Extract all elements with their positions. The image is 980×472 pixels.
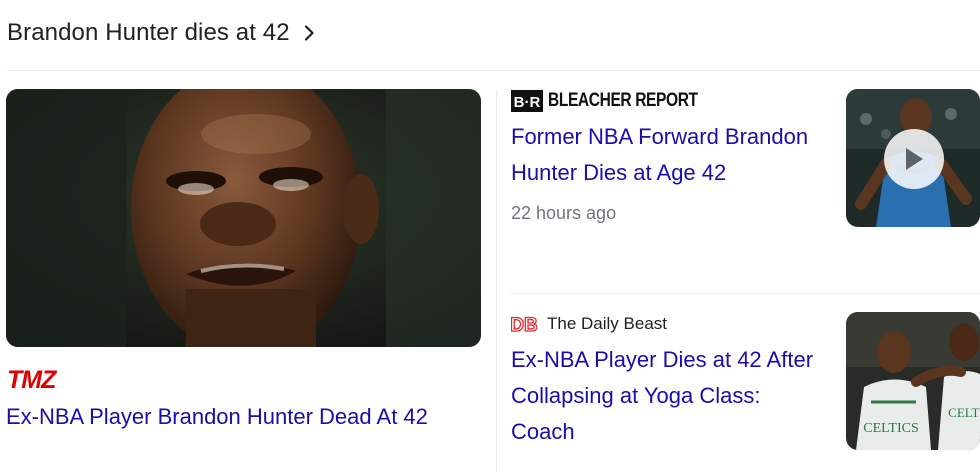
main-article-thumbnail[interactable] (6, 89, 481, 347)
svg-text:CELTI: CELTI (948, 405, 980, 420)
top-divider (7, 70, 980, 71)
daily-beast-logo: DB (511, 311, 537, 337)
chevron-right-icon (304, 25, 314, 41)
play-button[interactable] (884, 129, 944, 189)
column-divider (496, 90, 497, 472)
main-article-card[interactable]: TMZ Ex-NBA Player Brandon Hunter Dead At… (6, 89, 481, 429)
side-article-title[interactable]: Former NBA Forward Brandon Hunter Dies a… (511, 119, 821, 191)
thumbnail-image: CELTICS CELTI (846, 312, 980, 450)
svg-text:CELTICS: CELTICS (863, 421, 919, 436)
side-article-bleacher[interactable]: B·R BLEACHER REPORT Former NBA Forward B… (511, 89, 980, 227)
bleacher-report-logo: B·R (511, 90, 543, 112)
main-article-title[interactable]: Ex-NBA Player Brandon Hunter Dead At 42 (6, 404, 486, 430)
source-name: The Daily Beast (547, 314, 667, 333)
side-article-title[interactable]: Ex-NBA Player Dies at 42 After Collapsin… (511, 342, 821, 450)
side-article-daily-beast[interactable]: DB The Daily Beast Ex-NBA Player Dies at… (511, 311, 980, 450)
side-article-thumbnail[interactable] (846, 89, 980, 227)
story-heading[interactable]: Brandon Hunter dies at 42 (7, 16, 314, 50)
play-icon (906, 148, 923, 170)
side-article-thumbnail[interactable]: CELTICS CELTI (846, 312, 980, 450)
source-name: BLEACHER REPORT (548, 90, 698, 111)
tmz-logo: TMZ (7, 366, 59, 392)
svg-text:TMZ: TMZ (7, 366, 58, 392)
svg-text:B·R: B·R (514, 94, 541, 111)
article-divider (510, 293, 980, 294)
story-heading-title: Brandon Hunter dies at 42 (7, 19, 290, 46)
svg-text:DB: DB (511, 315, 537, 336)
